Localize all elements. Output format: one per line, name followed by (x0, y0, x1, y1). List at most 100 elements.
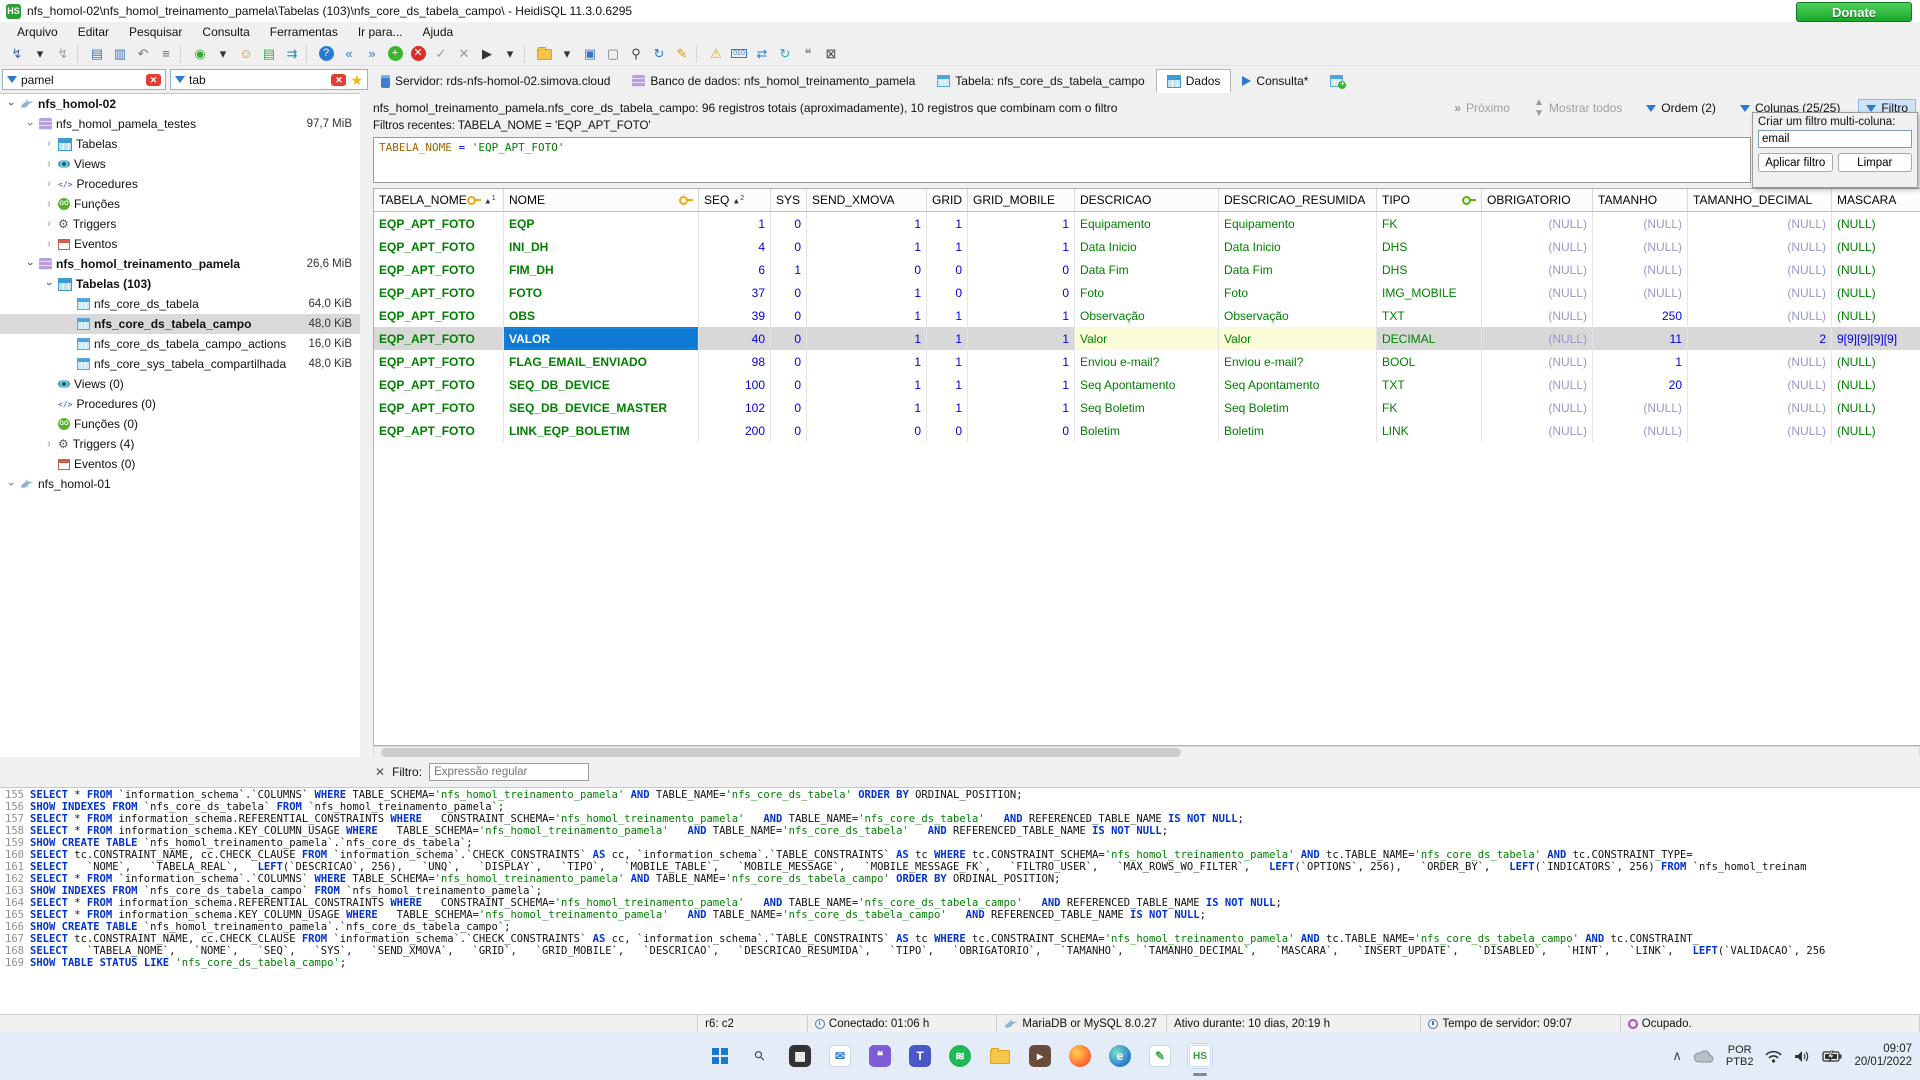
taskbar-spotify[interactable]: ≋ (947, 1043, 973, 1069)
disconnect-icon[interactable]: ↯ (52, 44, 74, 64)
cell-seq[interactable]: 1 (699, 212, 771, 235)
warnings-icon[interactable]: ⚠ (705, 44, 727, 64)
cancel-row-icon[interactable]: ✕ (407, 44, 429, 64)
cell-obrigatorio[interactable]: (NULL) (1482, 235, 1593, 258)
cell-seq[interactable]: 6 (699, 258, 771, 281)
transfer-icon[interactable]: ⇄ (751, 44, 773, 64)
cell-tabela_nome[interactable]: EQP_APT_FOTO (374, 373, 504, 396)
cell-descricao_resumida[interactable]: Data Fim (1219, 258, 1377, 281)
column-header-grid[interactable]: GRID (927, 189, 968, 212)
cell-descricao[interactable]: Enviou e-mail? (1075, 350, 1219, 373)
taskbar-explorer[interactable] (987, 1043, 1013, 1069)
cell-grid[interactable]: 0 (927, 419, 968, 442)
cell-grid_mobile[interactable]: 0 (968, 281, 1075, 304)
tree-item-procedures-0-[interactable]: </>Procedures (0) (0, 394, 360, 414)
cell-grid[interactable]: 1 (927, 235, 968, 258)
cell-grid_mobile[interactable]: 1 (968, 235, 1075, 258)
cell-descricao[interactable]: Equipamento (1075, 212, 1219, 235)
cell-descricao_resumida[interactable]: Foto (1219, 281, 1377, 304)
cell-seq[interactable]: 37 (699, 281, 771, 304)
cell-mascara[interactable]: (NULL) (1832, 235, 1920, 258)
cell-tamanho_decimal[interactable]: (NULL) (1688, 373, 1832, 396)
cell-tamanho_decimal[interactable]: (NULL) (1688, 258, 1832, 281)
cell-grid[interactable]: 1 (927, 373, 968, 396)
cell-nome[interactable]: SEQ_DB_DEVICE_MASTER (504, 396, 699, 419)
column-header-tamanho[interactable]: TAMANHO (1593, 189, 1688, 212)
cell-obrigatorio[interactable]: (NULL) (1482, 350, 1593, 373)
cell-descricao_resumida[interactable]: Enviou e-mail? (1219, 350, 1377, 373)
cell-obrigatorio[interactable]: (NULL) (1482, 281, 1593, 304)
tree-item-nfs-core-sys-tabela-compartilhada[interactable]: nfs_core_sys_tabela_compartilhada48,0 Ki… (0, 354, 360, 374)
tree-item-triggers-4-[interactable]: ›⚙Triggers (4) (0, 434, 360, 454)
cell-tamanho[interactable]: 250 (1593, 304, 1688, 327)
cell-tamanho[interactable]: (NULL) (1593, 258, 1688, 281)
copy-icon[interactable]: ▤ (86, 44, 108, 64)
tray-clock[interactable]: 09:0720/01/2022 (1854, 1043, 1912, 1069)
tree-item-procedures[interactable]: ›</>Procedures (0, 174, 360, 194)
quote-icon[interactable]: ❝ (797, 44, 819, 64)
scrollbar-thumb[interactable] (381, 748, 1181, 757)
cell-tamanho[interactable]: 20 (1593, 373, 1688, 396)
taskbar-start[interactable] (707, 1043, 733, 1069)
grid-row-seq_db_device_master[interactable]: EQP_APT_FOTOSEQ_DB_DEVICE_MASTER1020111S… (374, 396, 1920, 419)
apply-filter-button[interactable]: Aplicar filtro (1758, 153, 1833, 172)
cell-descricao[interactable]: Data Inicio (1075, 235, 1219, 258)
cell-seq[interactable]: 100 (699, 373, 771, 396)
reconnect-icon[interactable]: ◉ (189, 44, 211, 64)
column-header-send_xmova[interactable]: SEND_XMOVA (807, 189, 927, 212)
cell-send_xmova[interactable]: 1 (807, 304, 927, 327)
cell-tipo[interactable]: IMG_MOBILE (1377, 281, 1482, 304)
menu-consulta[interactable]: Consulta (193, 23, 258, 41)
database-filter-input[interactable]: pamel ✕ (2, 69, 166, 90)
tree-item-views[interactable]: ›Views (0, 154, 360, 174)
cell-descricao_resumida[interactable]: Data Inicio (1219, 235, 1377, 258)
cell-obrigatorio[interactable]: (NULL) (1482, 212, 1593, 235)
cell-descricao_resumida[interactable]: Valor (1219, 327, 1377, 350)
cell-nome[interactable]: OBS (504, 304, 699, 327)
cell-descricao[interactable]: Foto (1075, 281, 1219, 304)
cell-sys[interactable]: 0 (771, 212, 807, 235)
cell-tabela_nome[interactable]: EQP_APT_FOTO (374, 396, 504, 419)
help-icon[interactable]: ? (315, 44, 337, 64)
cell-tamanho_decimal[interactable]: (NULL) (1688, 350, 1832, 373)
cell-obrigatorio[interactable]: (NULL) (1482, 304, 1593, 327)
cell-tamanho[interactable]: (NULL) (1593, 281, 1688, 304)
print-icon[interactable]: ≡ (155, 44, 177, 64)
devices-icon[interactable]: ▢ (602, 44, 624, 64)
cell-send_xmova[interactable]: 1 (807, 281, 927, 304)
clear-filter-button[interactable]: Limpar (1838, 153, 1913, 172)
tree-item-eventos-0-[interactable]: Eventos (0) (0, 454, 360, 474)
menu-arquivo[interactable]: Arquivo (8, 23, 67, 41)
cell-tipo[interactable]: DECIMAL (1377, 327, 1482, 350)
taskbar-mail[interactable]: ✉ (827, 1043, 853, 1069)
cell-nome[interactable]: FIM_DH (504, 258, 699, 281)
cell-tabela_nome[interactable]: EQP_APT_FOTO (374, 350, 504, 373)
taskbar-edge[interactable]: e (1107, 1043, 1133, 1069)
cell-mascara[interactable]: 9[9][9][9][9] (1832, 327, 1920, 350)
column-header-descricao[interactable]: DESCRICAO (1075, 189, 1219, 212)
cell-tamanho_decimal[interactable]: (NULL) (1688, 419, 1832, 442)
cell-send_xmova[interactable]: 0 (807, 419, 927, 442)
cell-mascara[interactable]: (NULL) (1832, 373, 1920, 396)
column-header-tamanho_decimal[interactable]: TAMANHO_DECIMAL (1688, 189, 1832, 212)
caret-icon[interactable]: ▾ (556, 44, 578, 64)
grid-row-fim_dh[interactable]: EQP_APT_FOTOFIM_DH61000Data FimData FimD… (374, 258, 1920, 281)
cell-grid[interactable]: 1 (927, 212, 968, 235)
cell-descricao[interactable]: Observação (1075, 304, 1219, 327)
run-icon[interactable]: ▶ (476, 44, 498, 64)
cell-tamanho[interactable]: 11 (1593, 327, 1688, 350)
sync-icon[interactable]: ↻ (774, 44, 796, 64)
tab-new-query[interactable]: + (1319, 69, 1359, 93)
cell-nome[interactable]: SEQ_DB_DEVICE (504, 373, 699, 396)
tree-item-nfs-homol-02[interactable]: ›nfs_homol-02 (0, 94, 360, 114)
tree-item-tabelas[interactable]: ›Tabelas (0, 134, 360, 154)
cell-tamanho[interactable]: (NULL) (1593, 235, 1688, 258)
save-icon[interactable]: ▣ (579, 44, 601, 64)
column-header-seq[interactable]: SEQ▲2 (699, 189, 771, 212)
menu-irpara[interactable]: Ir para... (349, 23, 412, 41)
onedrive-cloud-icon[interactable] (1694, 1050, 1714, 1063)
cell-descricao[interactable]: Valor (1075, 327, 1219, 350)
clear-filter-icon[interactable]: ✕ (146, 74, 161, 86)
taskbar-search[interactable]: ⚲ (747, 1043, 773, 1069)
cell-tamanho_decimal[interactable]: 2 (1688, 327, 1832, 350)
